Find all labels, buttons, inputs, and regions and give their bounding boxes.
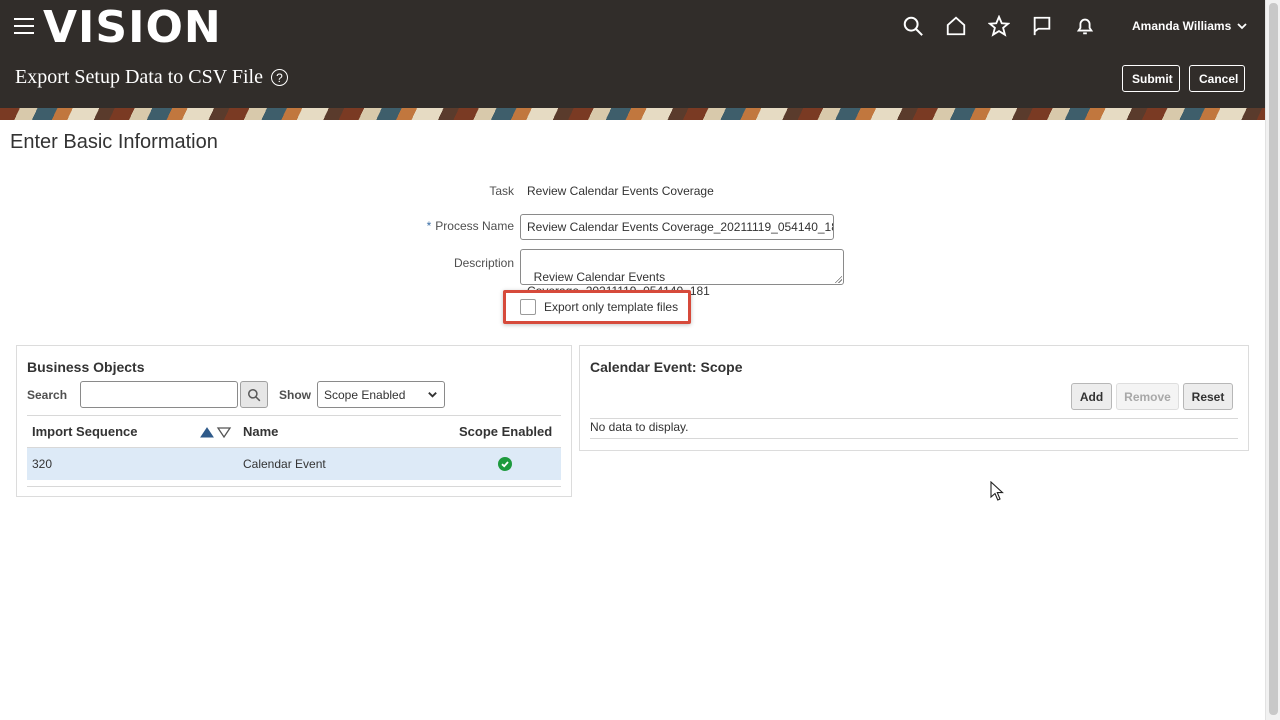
- process-name-label: * Process Name: [426, 219, 514, 233]
- chevron-down-icon: [1237, 23, 1247, 30]
- scope-table-top-divider: [590, 418, 1238, 419]
- global-header: VISION Amanda Williams Export Setup Data…: [0, 0, 1265, 108]
- chevron-down-icon: [428, 392, 437, 398]
- reset-button[interactable]: Reset: [1183, 383, 1233, 410]
- help-icon[interactable]: ?: [270, 69, 288, 86]
- scrollbar-thumb[interactable]: [1269, 3, 1278, 715]
- decorative-banner: [0, 108, 1265, 120]
- global-icons: [896, 10, 1101, 42]
- remove-button[interactable]: Remove: [1116, 383, 1179, 410]
- app-logo[interactable]: VISION: [43, 2, 222, 53]
- scope-panel-title: Calendar Event: Scope: [590, 359, 743, 375]
- column-name[interactable]: Name: [243, 424, 278, 439]
- business-objects-title: Business Objects: [27, 359, 145, 375]
- home-icon[interactable]: [939, 10, 972, 42]
- user-name: Amanda Williams: [1132, 19, 1232, 33]
- empty-state-text: No data to display.: [590, 420, 689, 434]
- export-template-label[interactable]: Export only template files: [544, 300, 678, 314]
- table-row[interactable]: 320 Calendar Event: [27, 448, 561, 480]
- add-button[interactable]: Add: [1071, 383, 1112, 410]
- mouse-cursor-icon: [990, 481, 1004, 501]
- hamburger-icon[interactable]: [14, 18, 34, 36]
- process-name-field[interactable]: Review Calendar Events Coverage_20211119…: [520, 214, 834, 240]
- search-icon[interactable]: [896, 10, 929, 42]
- description-label: Description: [453, 256, 514, 270]
- bell-icon[interactable]: [1068, 10, 1101, 42]
- user-menu[interactable]: Amanda Williams: [1132, 19, 1248, 33]
- star-icon[interactable]: [982, 10, 1015, 42]
- task-value: Review Calendar Events Coverage: [527, 184, 714, 198]
- required-marker: *: [426, 219, 432, 233]
- column-import-sequence[interactable]: Import Sequence: [32, 424, 137, 439]
- submit-button[interactable]: Submit: [1122, 65, 1180, 92]
- task-label: Task: [489, 184, 514, 198]
- section-title: Enter Basic Information: [10, 131, 218, 153]
- search-label: Search: [27, 388, 68, 402]
- page-title: Export Setup Data to CSV File ?: [15, 66, 288, 89]
- row-sequence: 320: [32, 457, 53, 471]
- page-scrollbar[interactable]: [1265, 0, 1280, 720]
- row-name: Calendar Event: [243, 457, 326, 471]
- show-label: Show: [279, 388, 311, 402]
- export-template-highlight: Export only template files: [503, 290, 691, 324]
- export-template-checkbox[interactable]: [520, 299, 536, 315]
- show-select[interactable]: Scope Enabled: [317, 381, 445, 408]
- cancel-button[interactable]: Cancel: [1189, 65, 1245, 92]
- description-field[interactable]: Review Calendar Events Coverage_20211119…: [520, 249, 844, 298]
- search-icon: [247, 388, 261, 401]
- flag-icon[interactable]: [1025, 10, 1058, 42]
- table-bottom-divider: [27, 486, 561, 487]
- table-top-divider: [27, 415, 561, 416]
- search-button[interactable]: [240, 381, 268, 408]
- check-circle-icon: [498, 457, 512, 471]
- scope-table-bottom-divider: [590, 438, 1238, 439]
- resize-handle[interactable]: [834, 275, 842, 283]
- search-input[interactable]: [80, 381, 238, 408]
- sort-icon[interactable]: [200, 426, 232, 438]
- column-scope-enabled[interactable]: Scope Enabled: [459, 424, 552, 439]
